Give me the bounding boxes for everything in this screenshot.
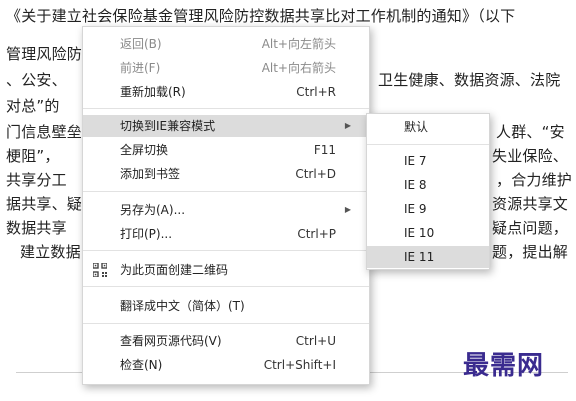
submenu-item-ie7[interactable]: IE 7 [367,150,489,172]
submenu-item-label: IE 7 [404,154,427,168]
translate-menu-item[interactable]: 翻译成中文（简体）(T) [83,295,369,317]
doc-line: 据共享、疑 [6,195,83,213]
watermark-logo: 最需网 [463,351,545,381]
menu-item-shortcut: Alt+向左箭头 [261,37,336,51]
menu-item-shortcut: Ctrl+R [296,85,336,99]
menu-separator [367,144,489,145]
doc-line: 管理风险防 [6,45,83,63]
doc-line: 资源共享文 [492,195,569,213]
menu-item-shortcut: Ctrl+P [297,227,336,241]
submenu-item-ie11[interactable]: IE 11 [367,246,489,268]
menu-item-label: 查看网页源代码(V) [120,334,222,348]
menu-item-shortcut: Ctrl+Shift+I [263,358,336,372]
forward-menu-item[interactable]: 前进(F) Alt+向右箭头 [83,57,369,79]
chevron-right-icon: ▶ [344,205,351,214]
menu-separator [83,108,369,109]
doc-line: 梗阻”， [6,147,60,165]
add-bookmark-menu-item[interactable]: 添加到书签 Ctrl+D [83,163,369,185]
menu-item-shortcut: F11 [313,143,336,157]
menu-item-shortcut: Ctrl+D [295,167,336,181]
print-menu-item[interactable]: 打印(P)... Ctrl+P [83,223,369,245]
submenu-item-label: IE 11 [404,250,435,264]
inspect-menu-item[interactable]: 检查(N) Ctrl+Shift+I [83,354,369,376]
save-as-menu-item[interactable]: 另存为(A)... ▶ [83,199,369,221]
submenu-item-ie8[interactable]: IE 8 [367,174,489,196]
chevron-right-icon: ▶ [344,121,351,130]
menu-item-label: 重新加载(R) [120,85,186,99]
doc-line: 题，提出解 [492,243,569,261]
menu-item-shortcut: Ctrl+U [295,334,336,348]
menu-item-label: 前进(F) [120,61,161,75]
menu-separator [83,191,369,192]
menu-item-label: 另存为(A)... [120,203,186,217]
doc-line: 《关于建立社会保险基金管理风险防控数据共享比对工作机制的通知》（以下 [6,7,516,25]
doc-line: 卫生健康、数据资源、法院 [378,71,561,89]
ie-compat-mode-menu-item[interactable]: 切换到IE兼容模式 ▶ [83,115,369,137]
doc-line: 共享分工 [6,171,67,189]
doc-line: 疑点问题， [492,219,569,237]
doc-line: 失业保险、 [492,147,569,165]
submenu-item-ie10[interactable]: IE 10 [367,222,489,244]
doc-line: ，合力维护 [496,171,573,189]
submenu-item-label: IE 9 [404,202,427,216]
context-menu: 返回(B) Alt+向左箭头 前进(F) Alt+向右箭头 重新加载(R) Ct… [82,26,370,385]
reload-menu-item[interactable]: 重新加载(R) Ctrl+R [83,81,369,103]
doc-line: 、公安、 [6,71,67,89]
doc-line: 人群、“安 [496,123,565,141]
menu-separator [83,323,369,324]
menu-item-label: 全屏切换 [120,143,169,157]
menu-item-label: 为此页面创建二维码 [120,263,229,277]
qr-code-icon [93,263,107,277]
submenu-item-label: IE 10 [404,226,435,240]
menu-separator [83,250,369,251]
menu-separator [83,286,369,287]
doc-line: 数据共享 [6,219,67,237]
submenu-item-label: 默认 [404,120,429,134]
menu-item-label: 检查(N) [120,358,163,372]
submenu-item-label: IE 8 [404,178,427,192]
submenu-item-default[interactable]: 默认 [367,116,489,138]
ie-mode-submenu: 默认 IE 7 IE 8 IE 9 IE 10 IE 11 [366,113,490,270]
back-menu-item[interactable]: 返回(B) Alt+向左箭头 [83,33,369,55]
view-source-menu-item[interactable]: 查看网页源代码(V) Ctrl+U [83,330,369,352]
doc-line: 建立数据 [20,243,81,261]
menu-item-label: 打印(P)... [120,227,173,241]
doc-line: 对总”的 [6,97,60,115]
menu-item-shortcut: Alt+向右箭头 [261,61,336,75]
create-qr-code-menu-item[interactable]: 为此页面创建二维码 [83,259,369,281]
doc-line: 门信息壁垒 [6,123,83,141]
menu-item-label: 翻译成中文（简体）(T) [120,299,245,313]
menu-item-label: 添加到书签 [120,167,181,181]
menu-item-label: 返回(B) [120,37,162,51]
fullscreen-menu-item[interactable]: 全屏切换 F11 [83,139,369,161]
menu-item-label: 切换到IE兼容模式 [120,119,216,133]
submenu-item-ie9[interactable]: IE 9 [367,198,489,220]
